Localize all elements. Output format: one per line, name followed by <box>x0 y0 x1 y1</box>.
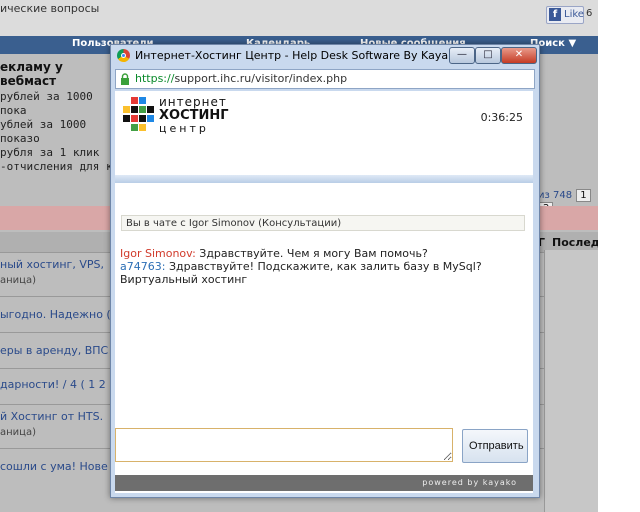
thread-sub: аница) <box>0 275 37 286</box>
chat-status-bar: Вы в чате с Igor Simonov (Консультации) <box>121 215 525 231</box>
window-titlebar[interactable]: Интернет-Хостинг Центр - Help Desk Softw… <box>111 45 539 67</box>
chrome-icon <box>117 49 130 62</box>
address-scheme: https:// <box>135 72 175 85</box>
ad-block: екламу у вебмаст рублей за 1000 пока убл… <box>0 60 120 174</box>
logo-line-1: интернет <box>159 95 227 109</box>
thread-title[interactable]: еры в аренду, ВПС <box>0 344 108 357</box>
address-bar[interactable]: https://support.ihc.ru/visitor/index.php <box>115 69 535 89</box>
pager-label: из 748 <box>538 190 573 201</box>
forum-breadcrumb[interactable]: ические вопросы <box>0 2 99 15</box>
forum-top-bar: ические вопросы f Like 6 <box>0 0 598 36</box>
message-text: Здравствуйте. Чем я могу Вам помочь? <box>195 247 428 260</box>
logo-line-3: центр <box>159 122 209 135</box>
thread-title[interactable]: дарности! / 4 ( 1 2 <box>0 378 106 391</box>
ad-line: -отчисления для кр <box>0 160 120 173</box>
chat-timer: 0:36:25 <box>480 111 523 124</box>
facebook-icon: f <box>549 8 561 21</box>
header-divider-band <box>115 175 533 183</box>
lock-icon <box>121 73 129 85</box>
thread-title[interactable]: й Хостинг от HTS. <box>0 410 103 423</box>
ad-line: рублей за 1000 пока <box>0 90 93 117</box>
ad-heading: екламу у вебмаст <box>0 60 63 88</box>
message-text: Здравствуйте! Подскажите, как залить баз… <box>165 260 482 273</box>
address-host-path: support.ihc.ru/visitor/index.php <box>174 72 348 85</box>
facebook-like-button[interactable]: f Like <box>546 6 584 24</box>
user-nick: a74763: <box>120 260 166 273</box>
ad-line: ублей за 1000 показо <box>0 118 87 145</box>
like-count: 6 <box>586 8 593 19</box>
thread-sub: аница) <box>0 427 37 438</box>
thread-title[interactable]: ный хостинг, VPS, <box>0 258 104 271</box>
chat-message: Виртуальный хостинг <box>120 273 524 286</box>
kayako-footer: powered by kayako <box>115 475 533 491</box>
maximize-button[interactable]: □ <box>475 47 501 64</box>
powered-by-label[interactable]: powered by kayako <box>422 478 517 487</box>
last-post-column <box>544 250 598 512</box>
like-label: Like <box>564 9 584 20</box>
send-button[interactable]: Отправить <box>462 429 528 463</box>
ad-line: рубля за 1 клик <box>0 146 100 159</box>
thread-title[interactable]: сошли с ума! Нове <box>0 460 108 473</box>
message-text: Виртуальный хостинг <box>120 273 248 286</box>
ihc-logo: интернет ХОСТИНГ центр <box>123 95 263 135</box>
logo-squares-icon <box>123 97 155 133</box>
chat-messages: Igor Simonov: Здравствуйте. Чем я могу В… <box>120 247 524 286</box>
chat-message: a74763: Здравствуйте! Подскажите, как за… <box>120 260 524 273</box>
chat-message: Igor Simonov: Здравствуйте. Чем я могу В… <box>120 247 524 260</box>
address-url: https://support.ihc.ru/visitor/index.php <box>135 72 347 85</box>
message-input[interactable] <box>115 428 453 462</box>
window-title: Интернет-Хостинг Центр - Help Desk Softw… <box>135 49 455 62</box>
pager-page-1[interactable]: 1 <box>576 189 591 202</box>
column-header-last-post[interactable]: Послед <box>552 236 598 249</box>
operator-nick: Igor Simonov: <box>120 247 196 260</box>
close-button[interactable]: ✕ <box>501 47 537 64</box>
minimize-button[interactable]: — <box>449 47 475 64</box>
logo-line-2: ХОСТИНГ <box>159 108 229 123</box>
thread-title[interactable]: ыгодно. Надежно (1 <box>0 308 118 321</box>
chat-popup-window: Интернет-Хостинг Центр - Help Desk Softw… <box>110 44 540 498</box>
